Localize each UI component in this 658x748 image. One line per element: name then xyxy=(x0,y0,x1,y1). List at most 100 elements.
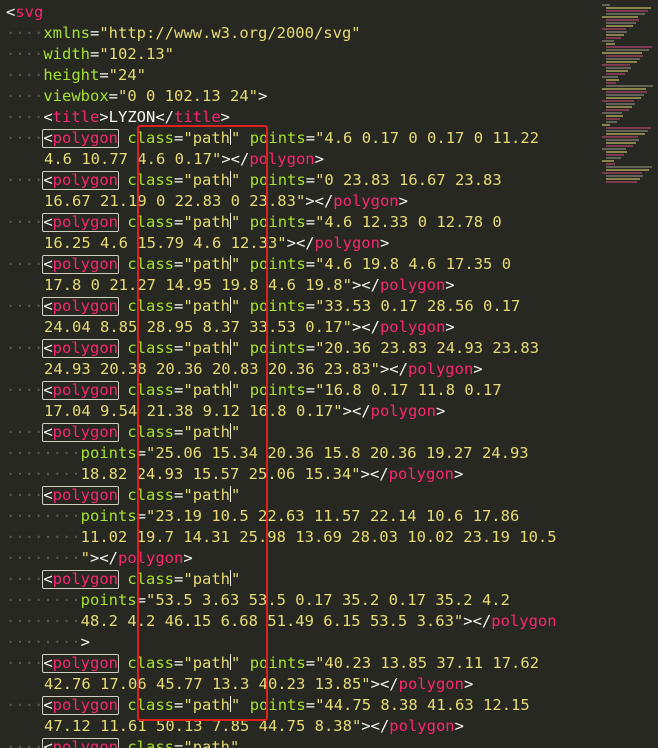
indent-guide: ···· xyxy=(6,255,44,273)
code-token: > xyxy=(445,318,455,336)
code-line[interactable]: ····<polygon class="path" points="4.6 19… xyxy=(6,254,511,275)
code-line[interactable]: 42.76 17.06 45.77 13.3 40.23 13.85"></po… xyxy=(44,674,473,695)
code-line[interactable]: ····<polygon class="path" points="33.53 … xyxy=(6,296,520,317)
tag-name: polygon xyxy=(314,234,380,252)
code-line[interactable]: ········points="23.19 10.5 22.63 11.57 2… xyxy=(6,506,519,527)
tag-name: polygon xyxy=(389,717,455,735)
attribute-value: "4.6 0.17 0 0.17 0 11.22 xyxy=(315,129,540,147)
code-line[interactable]: 16.25 4.6 15.79 4.6 12.33"></polygon> xyxy=(44,233,389,254)
code-line[interactable]: 17.8 0 21.27 14.95 19.8 4.6 19.8"></poly… xyxy=(44,275,455,296)
attribute-name: points xyxy=(249,255,306,273)
attribute-value: "path xyxy=(183,654,231,672)
code-line[interactable]: 24.93 20.38 20.36 20.83 20.36 23.83"></p… xyxy=(44,359,483,380)
minimap-line xyxy=(606,181,637,183)
minimap-line xyxy=(606,55,643,57)
minimap-line xyxy=(606,142,636,144)
code-token: ></ xyxy=(221,150,250,168)
code-line[interactable]: ········> xyxy=(6,632,90,653)
code-line[interactable]: ····<polygon class="path" xyxy=(6,737,239,748)
code-line[interactable]: 47.12 11.61 50.13 7.85 44.75 8.38"></pol… xyxy=(44,716,464,737)
minimap-line xyxy=(602,160,614,162)
code-line[interactable]: ········"></polygon> xyxy=(6,548,193,569)
attribute-name: points xyxy=(80,591,137,609)
minimap-line xyxy=(606,91,647,93)
code-line[interactable]: ····<polygon class="path" points="44.75 … xyxy=(6,695,530,716)
code-line[interactable]: ····<polygon class="path" xyxy=(6,422,240,443)
matched-tag-box: <polygon xyxy=(42,423,119,442)
minimap-line xyxy=(606,178,640,180)
minimap-line xyxy=(602,28,626,30)
minimap-line xyxy=(606,10,648,12)
minimap-line xyxy=(606,94,644,96)
code-line[interactable]: ····width="102.13" xyxy=(6,44,174,65)
code-line[interactable]: ····xmlns="http://www.w3.org/2000/svg" xyxy=(6,23,361,44)
code-line[interactable]: ····<polygon class="path" points="4.6 12… xyxy=(6,212,502,233)
tag-name: svg xyxy=(15,3,44,21)
code-line[interactable]: ········points="25.06 15.34 20.36 15.8 2… xyxy=(6,443,529,464)
code-line[interactable]: ····<polygon class="path" xyxy=(6,485,240,506)
minimap-line xyxy=(606,151,627,153)
code-token: = xyxy=(174,381,184,399)
code-token: < xyxy=(6,3,16,21)
attribute-value: "102.13" xyxy=(99,45,174,63)
code-token: > xyxy=(463,675,474,693)
code-line[interactable]: ········points="53.5 3.63 53.5 0.17 35.2… xyxy=(6,590,510,611)
code-token: ></ xyxy=(379,360,408,378)
code-line[interactable]: 17.04 9.54 21.38 9.12 16.8 0.17"></polyg… xyxy=(44,401,445,422)
code-line[interactable]: <svg xyxy=(6,2,43,23)
code-token: = xyxy=(99,66,109,84)
code-token: = xyxy=(136,507,146,525)
minimap-line xyxy=(606,154,624,156)
tag-name: title xyxy=(52,108,100,126)
minimap-line xyxy=(602,172,642,174)
code-line[interactable]: ········48.2 4.2 46.15 6.68 51.49 6.15 5… xyxy=(6,611,557,632)
tag-name: polygon xyxy=(491,612,557,630)
minimap-line xyxy=(606,13,645,15)
minimap-line xyxy=(606,109,629,111)
indent-guide: ···· xyxy=(6,486,44,504)
code-token: > xyxy=(454,717,464,735)
attribute-value: " xyxy=(231,696,241,714)
minimap-line xyxy=(606,106,632,108)
attribute-name: class xyxy=(127,129,175,147)
attribute-value: " xyxy=(231,423,241,441)
tag-name: polygon xyxy=(379,318,446,336)
matched-tag-box: <polygon xyxy=(42,486,119,505)
attribute-value: 17.8 0 21.27 14.95 19.8 4.6 19.8" xyxy=(44,276,352,294)
minimap-line xyxy=(606,157,621,159)
code-line[interactable]: ····<polygon class="path" points="20.36 … xyxy=(6,338,539,359)
code-editor[interactable]: <svg ····xmlns="http://www.w3.org/2000/sv… xyxy=(0,0,600,748)
code-line[interactable]: ········11.02 19.7 14.31 25.98 13.69 28.… xyxy=(6,527,557,548)
code-line[interactable]: ····viewbox="0 0 102.13 24"> xyxy=(6,86,267,107)
attribute-value: "path xyxy=(183,171,231,189)
code-line[interactable]: ········18.82 24.93 15.57 25.06 15.34"><… xyxy=(6,464,463,485)
code-line[interactable]: ····height="24" xyxy=(6,65,146,86)
code-token: ></ xyxy=(360,465,389,483)
attribute-name: points xyxy=(249,129,306,147)
code-token: = xyxy=(174,255,184,273)
code-line[interactable]: 24.04 8.85 28.95 8.37 33.53 0.17"></poly… xyxy=(44,317,455,338)
code-token: = xyxy=(90,45,100,63)
code-line[interactable]: ····<polygon class="path" points="4.6 0.… xyxy=(6,128,539,149)
code-line[interactable]: ····<polygon class="path" xyxy=(6,569,240,590)
minimap[interactable] xyxy=(600,0,658,748)
code-line[interactable]: ····<polygon class="path" points="40.23 … xyxy=(6,653,539,674)
attribute-name: class xyxy=(127,696,175,714)
code-line[interactable]: ····<polygon class="path" points="16.8 0… xyxy=(6,380,502,401)
minimap-line xyxy=(606,115,623,117)
code-token: = xyxy=(108,87,118,105)
attribute-value: "40.23 13.85 37.11 17.62 xyxy=(315,654,540,672)
attribute-value: " xyxy=(231,339,241,357)
code-line[interactable]: 4.6 10.77 4.6 0.17"></polygon> xyxy=(44,149,324,170)
minimap-line xyxy=(606,127,651,129)
indent-guide: ···· xyxy=(6,423,44,441)
code-line[interactable]: 16.67 21.19 0 22.83 0 23.83"></polygon> xyxy=(44,191,408,212)
attribute-value: "path" xyxy=(183,738,240,748)
code-line[interactable]: ····<title>LYZON</title> xyxy=(6,107,230,128)
attribute-value: "0 23.83 16.67 23.83 xyxy=(315,171,502,189)
code-line[interactable]: ····<polygon class="path" points="0 23.8… xyxy=(6,170,502,191)
tag-name: polygon xyxy=(249,150,315,168)
